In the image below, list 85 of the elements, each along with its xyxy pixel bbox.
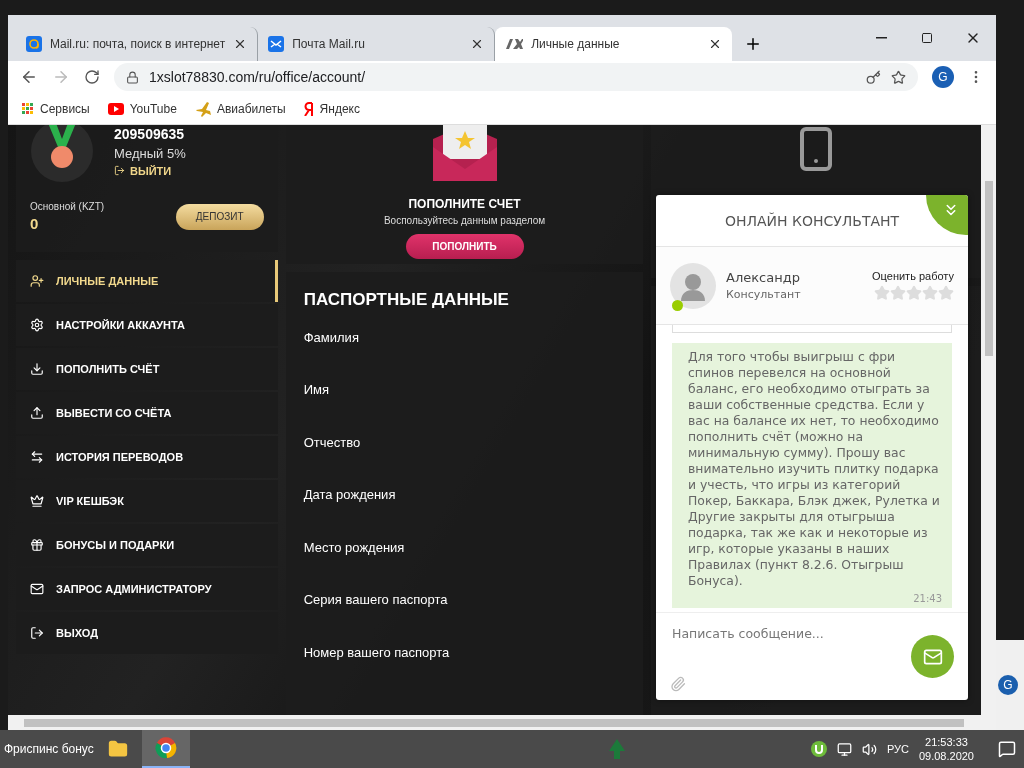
agent-name: Александр bbox=[726, 270, 801, 285]
reload-icon[interactable] bbox=[84, 69, 100, 85]
back-icon[interactable] bbox=[20, 68, 38, 86]
menu-item-icon bbox=[30, 626, 44, 640]
logout-icon bbox=[114, 165, 125, 176]
lock-icon bbox=[126, 70, 139, 84]
menu-item[interactable]: НАСТРОЙКИ АККАУНТА bbox=[16, 304, 278, 346]
envelope-star-icon bbox=[432, 125, 497, 181]
bookmark-star-icon[interactable] bbox=[891, 69, 906, 85]
address-bar[interactable]: 1xslot78830.com/ru/office/account/ bbox=[114, 63, 918, 91]
loyalty-level: Медный 5% bbox=[114, 145, 186, 161]
rating-stars[interactable] bbox=[874, 285, 954, 301]
bookmark-link[interactable]: Сервисы bbox=[22, 101, 90, 116]
menu-item[interactable]: ЛИЧНЫЕ ДАННЫЕ bbox=[16, 260, 278, 302]
menu-item-icon bbox=[30, 362, 44, 376]
notifications-icon[interactable] bbox=[998, 740, 1016, 758]
apps-grid-icon bbox=[22, 102, 34, 115]
profile-button[interactable]: G bbox=[932, 66, 954, 88]
field-label: Имя bbox=[303, 382, 331, 399]
message-input[interactable]: Написать сообщение... bbox=[670, 625, 890, 642]
network-icon[interactable] bbox=[836, 741, 852, 757]
url-text: 1xslot78830.com/ru/office/account/ bbox=[149, 69, 366, 85]
envelope-icon bbox=[268, 36, 285, 52]
message-text: Для того чтобы выигрыш с фри спинов перевелся на основной баланс, его необходимо отыграть за ваши собственные средства. Если у вас на балансе их нет, то необходимо пополнить счёт (можно на минимальную сумму). Прошу вас внимательно изучить плитку подарка и учесть, что игры из категорий Покер, Баккара, Блэк джек, Рулетка и Другие закрыты для отыгрыша подарка, так же как и некоторые из игр, которые указаны в наших Правилах (пункт 8.2.6. Отыгрыш Бонуса). bbox=[688, 349, 941, 589]
language-indicator[interactable]: РУС bbox=[886, 743, 909, 755]
agent-role: Консультант bbox=[726, 288, 801, 301]
chat-title: ОНЛАЙН КОНСУЛЬТАНТ bbox=[724, 212, 900, 229]
rate-label: Оценить работу bbox=[872, 270, 954, 282]
menu-item[interactable]: ПОПОЛНИТЬ СЧЁТ bbox=[16, 348, 278, 390]
medal-icon bbox=[30, 125, 94, 183]
field-label: Дата рождения bbox=[303, 487, 397, 504]
field-label: Серия вашего паспорта bbox=[303, 592, 449, 609]
browser-taskbar-button[interactable] bbox=[141, 730, 190, 768]
desktop-shortcut-label: Фриспинс бонус bbox=[4, 742, 94, 756]
star-icon[interactable] bbox=[906, 285, 922, 301]
attach-icon[interactable] bbox=[670, 676, 686, 692]
field-label: Место рождения bbox=[303, 539, 406, 557]
menu-item-icon bbox=[30, 582, 44, 596]
torrent-icon[interactable] bbox=[810, 741, 827, 757]
menu-item-icon bbox=[30, 406, 44, 420]
maximize-icon bbox=[921, 32, 933, 44]
site-logo-icon bbox=[505, 38, 524, 50]
menu-item-icon bbox=[30, 318, 44, 332]
clock[interactable]: 21:53:33 09.08.2020 bbox=[918, 736, 974, 762]
bookmark-link[interactable]: Авиабилеты bbox=[194, 100, 286, 117]
folder-glyph-icon bbox=[107, 739, 128, 759]
message-time: 21:43 bbox=[912, 593, 942, 604]
section-title: ПАСПОРТНЫЕ ДАННЫЕ bbox=[303, 289, 510, 310]
airplane-icon bbox=[194, 100, 211, 117]
deposit-button[interactable]: ДЕПОЗИТ bbox=[175, 203, 264, 230]
promo-title: ПОПОЛНИТЕ СЧЕТ bbox=[408, 197, 521, 211]
field-label: Фамилия bbox=[303, 329, 360, 347]
browser-icon bbox=[154, 737, 177, 759]
play-icon bbox=[107, 102, 124, 115]
send-button[interactable] bbox=[911, 635, 954, 678]
bookmark-link[interactable]: YouTube bbox=[107, 101, 177, 116]
star-icon[interactable] bbox=[922, 285, 938, 301]
field-label: Номер вашего паспорта bbox=[303, 644, 451, 662]
balance-label: Основной (KZT) bbox=[30, 201, 105, 212]
account-id: 209509635 bbox=[114, 125, 186, 142]
menu-item-icon bbox=[30, 538, 44, 552]
promo-subtitle: Воспользуйтесь данным разделом bbox=[383, 215, 546, 226]
at-sign-icon bbox=[26, 36, 42, 52]
browser-tab[interactable]: Почта Mail.ru bbox=[258, 27, 496, 61]
horizontal-scrollbar[interactable] bbox=[8, 715, 996, 730]
menu-item-icon bbox=[30, 494, 44, 508]
browser-tab[interactable]: Личные данные bbox=[495, 27, 733, 61]
star-icon[interactable] bbox=[890, 285, 906, 301]
forward-icon[interactable] bbox=[52, 68, 70, 86]
logout-link[interactable]: ВЫЙТИ bbox=[114, 164, 186, 177]
profile-avatar: G bbox=[998, 675, 1018, 695]
star-icon[interactable] bbox=[938, 285, 954, 301]
balance-value: 0 bbox=[30, 215, 40, 232]
top-up-button[interactable]: ПОПОЛНИТЬ bbox=[405, 234, 524, 259]
field-label: Отчество bbox=[303, 434, 362, 452]
key-icon[interactable] bbox=[866, 69, 881, 85]
star-icon[interactable] bbox=[874, 285, 890, 301]
minimize-icon bbox=[875, 37, 887, 39]
volume-icon[interactable] bbox=[861, 741, 877, 757]
vertical-scrollbar[interactable] bbox=[981, 125, 996, 715]
letter-logo-icon bbox=[303, 101, 314, 116]
menu-item-icon bbox=[30, 450, 44, 464]
menu-item-icon bbox=[30, 274, 44, 288]
bookmark-link[interactable]: Яндекс bbox=[303, 101, 360, 116]
browser-tab[interactable]: Mail.ru: почта, поиск в интернет bbox=[16, 27, 259, 61]
